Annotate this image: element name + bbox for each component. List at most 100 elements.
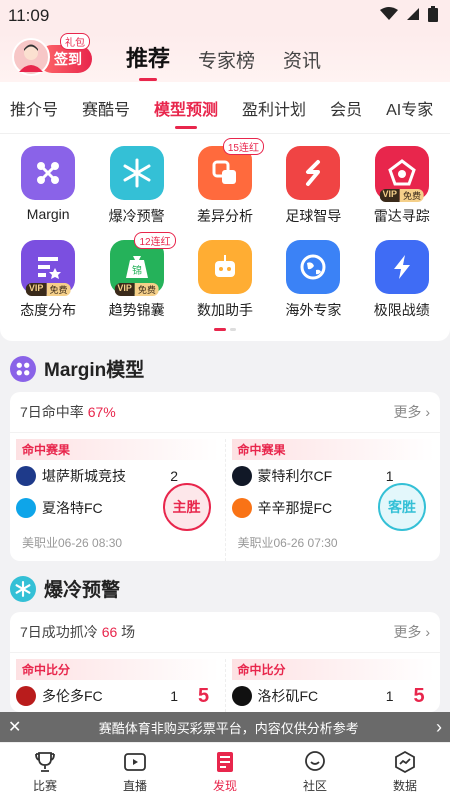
subtab-saikuhao[interactable]: 赛酷号 bbox=[82, 96, 130, 120]
feature-radar[interactable]: VIP 免费 雷达寻踪 bbox=[359, 146, 445, 226]
disclaimer-toast: ✕ 赛酷体育非购买彩票平台，内容仅供分析参考 › bbox=[0, 712, 450, 742]
feature-trend[interactable]: 12连红 锦 VIP 免费 趋势锦囊 bbox=[94, 232, 180, 320]
subtab-tuijiehao[interactable]: 推介号 bbox=[10, 96, 58, 120]
match-card[interactable]: 命中赛果 蒙特利尔CF 1 辛辛那提FC 3 客胜 美职业06-26 07:30 bbox=[224, 439, 441, 561]
chevron-right-icon[interactable]: › bbox=[436, 717, 442, 738]
tab-news[interactable]: 资讯 bbox=[283, 46, 321, 73]
team-logo-icon bbox=[16, 498, 36, 518]
margin-icon bbox=[21, 146, 76, 200]
cold-block-head: 7日成功抓冷 66 场 更多 › bbox=[10, 612, 440, 653]
streak-badge: 15连红 bbox=[222, 138, 264, 155]
nav-discover[interactable]: 发现 bbox=[213, 750, 237, 794]
team-row: 洛杉矶FC 1 5 bbox=[231, 680, 435, 712]
match-tag: 命中赛果 bbox=[231, 439, 434, 460]
feature-label: 雷达寻踪 bbox=[373, 208, 430, 224]
avatar[interactable] bbox=[12, 38, 50, 76]
feature-difference[interactable]: 15连红 差异分析 bbox=[182, 138, 268, 226]
tab-expert-rank[interactable]: 专家榜 bbox=[198, 46, 255, 73]
match-card[interactable]: 命中比分 洛杉矶FC 1 5 bbox=[224, 659, 441, 712]
feature-assistant[interactable]: 数加助手 bbox=[182, 240, 268, 320]
subtab-profit-plan[interactable]: 盈利计划 bbox=[242, 96, 306, 120]
feature-label: Margin bbox=[26, 206, 70, 222]
team-logo-icon bbox=[231, 498, 252, 518]
vip-free-badge: VIP 免费 bbox=[114, 283, 159, 296]
match-card[interactable]: 命中比分 多伦多FC 1 5 bbox=[10, 659, 225, 712]
globe-icon bbox=[286, 240, 341, 294]
attitude-icon: VIP 免费 bbox=[21, 240, 76, 296]
top-tabs: 推荐 专家榜 资讯 bbox=[126, 41, 321, 73]
cold-block: 7日成功抓冷 66 场 更多 › 命中比分 多伦多FC 1 5 命中比分 洛杉矶… bbox=[10, 612, 440, 712]
gift-tag: 礼包 bbox=[60, 33, 90, 50]
battery-icon bbox=[428, 5, 438, 27]
margin-section-title: Margin模型 bbox=[0, 341, 450, 392]
team-name: 堪萨斯城竞技 bbox=[42, 468, 126, 484]
nav-matches[interactable]: 比赛 bbox=[33, 750, 57, 794]
feature-grid: Margin 爆冷预警 15连红 差异分析 足球智导 VIP 免费 雷达寻踪 V… bbox=[0, 134, 450, 341]
status-time: 11:09 bbox=[8, 6, 50, 25]
team-score: 1 bbox=[385, 468, 394, 484]
team-name: 多伦多FC bbox=[42, 688, 103, 704]
subtab-ai-expert[interactable]: AI专家 bbox=[386, 96, 433, 120]
team-logo-icon bbox=[231, 686, 252, 706]
nav-label: 社区 bbox=[302, 778, 327, 793]
feature-attitude[interactable]: VIP 免费 态度分布 bbox=[5, 240, 91, 320]
feature-label: 足球智导 bbox=[285, 208, 342, 224]
feature-cold-alert[interactable]: 爆冷预警 bbox=[94, 146, 180, 226]
nav-label: 发现 bbox=[212, 778, 237, 793]
team-score: 1 bbox=[170, 688, 178, 704]
toast-text: 赛酷体育非购买彩票平台，内容仅供分析参考 bbox=[98, 720, 359, 736]
team-score: 2 bbox=[170, 468, 178, 484]
feature-soccer-guide[interactable]: 足球智导 bbox=[270, 146, 356, 226]
team-logo-icon bbox=[16, 466, 36, 486]
data-chart-icon bbox=[393, 750, 417, 777]
match-tag: 命中比分 bbox=[16, 659, 219, 680]
sub-tabs: 推介号 赛酷号 模型预测 盈利计划 会员 AI专家 bbox=[0, 82, 450, 134]
section-title-text: Margin模型 bbox=[44, 360, 145, 381]
nav-label: 数据 bbox=[392, 778, 417, 793]
rate-value: 67% bbox=[87, 404, 116, 420]
feature-label: 海外专家 bbox=[285, 302, 342, 318]
tab-recommend[interactable]: 推荐 bbox=[126, 41, 170, 73]
nav-live[interactable]: 直播 bbox=[123, 750, 147, 794]
result-stamp: 主胜 bbox=[162, 483, 211, 531]
more-link[interactable]: 更多 › bbox=[393, 402, 430, 422]
radar-icon: VIP 免费 bbox=[374, 146, 429, 202]
close-icon[interactable]: ✕ bbox=[8, 717, 21, 737]
match-tag: 命中赛果 bbox=[16, 439, 219, 460]
feature-label: 极限战绩 bbox=[373, 302, 430, 318]
result-stamp: 客胜 bbox=[378, 483, 426, 531]
nav-label: 比赛 bbox=[32, 778, 57, 793]
feature-label: 差异分析 bbox=[196, 208, 253, 224]
team-logo-icon bbox=[231, 466, 252, 486]
feature-label: 趋势锦囊 bbox=[108, 302, 165, 318]
discover-icon bbox=[213, 750, 237, 777]
feature-overseas[interactable]: 海外专家 bbox=[270, 240, 356, 320]
signin-widget[interactable]: 礼包 签到 bbox=[12, 33, 104, 77]
feature-label: 爆冷预警 bbox=[108, 208, 165, 224]
svg-text:锦: 锦 bbox=[132, 264, 142, 277]
count-prefix: 7日成功抓冷 bbox=[20, 624, 98, 640]
chevron-right-icon: › bbox=[425, 404, 430, 420]
margin-block-head: 7日命中率 67% 更多 › bbox=[10, 392, 440, 433]
feature-margin[interactable]: Margin bbox=[5, 146, 91, 226]
feature-extreme-record[interactable]: 极限战绩 bbox=[359, 240, 445, 320]
team-row: 多伦多FC 1 5 bbox=[16, 680, 219, 712]
team-name: 洛杉矶FC bbox=[257, 688, 319, 704]
team-name: 辛辛那提FC bbox=[257, 500, 333, 516]
soccer-guide-icon bbox=[286, 146, 341, 200]
match-tag: 命中比分 bbox=[231, 659, 434, 680]
team-logo-icon bbox=[16, 686, 36, 706]
streak-badge: 12连红 bbox=[134, 232, 176, 249]
nav-data[interactable]: 数据 bbox=[393, 750, 417, 794]
play-icon bbox=[123, 750, 147, 777]
match-card[interactable]: 命中赛果 堪萨斯城竞技 2 夏洛特FC 1 主胜 美职业06-26 08:30 bbox=[10, 439, 225, 561]
cold-section-title: 爆冷预警 bbox=[0, 561, 450, 612]
rate-label: 7日命中率 bbox=[20, 404, 84, 420]
nav-community[interactable]: 社区 bbox=[303, 750, 327, 794]
more-link[interactable]: 更多 › bbox=[393, 622, 430, 642]
team-score: 1 bbox=[385, 688, 394, 704]
subtab-member[interactable]: 会员 bbox=[330, 96, 362, 120]
big-score: 5 bbox=[198, 684, 210, 707]
top-header: 礼包 签到 推荐 专家榜 资讯 bbox=[0, 32, 450, 82]
subtab-model-prediction[interactable]: 模型预测 bbox=[154, 96, 218, 120]
